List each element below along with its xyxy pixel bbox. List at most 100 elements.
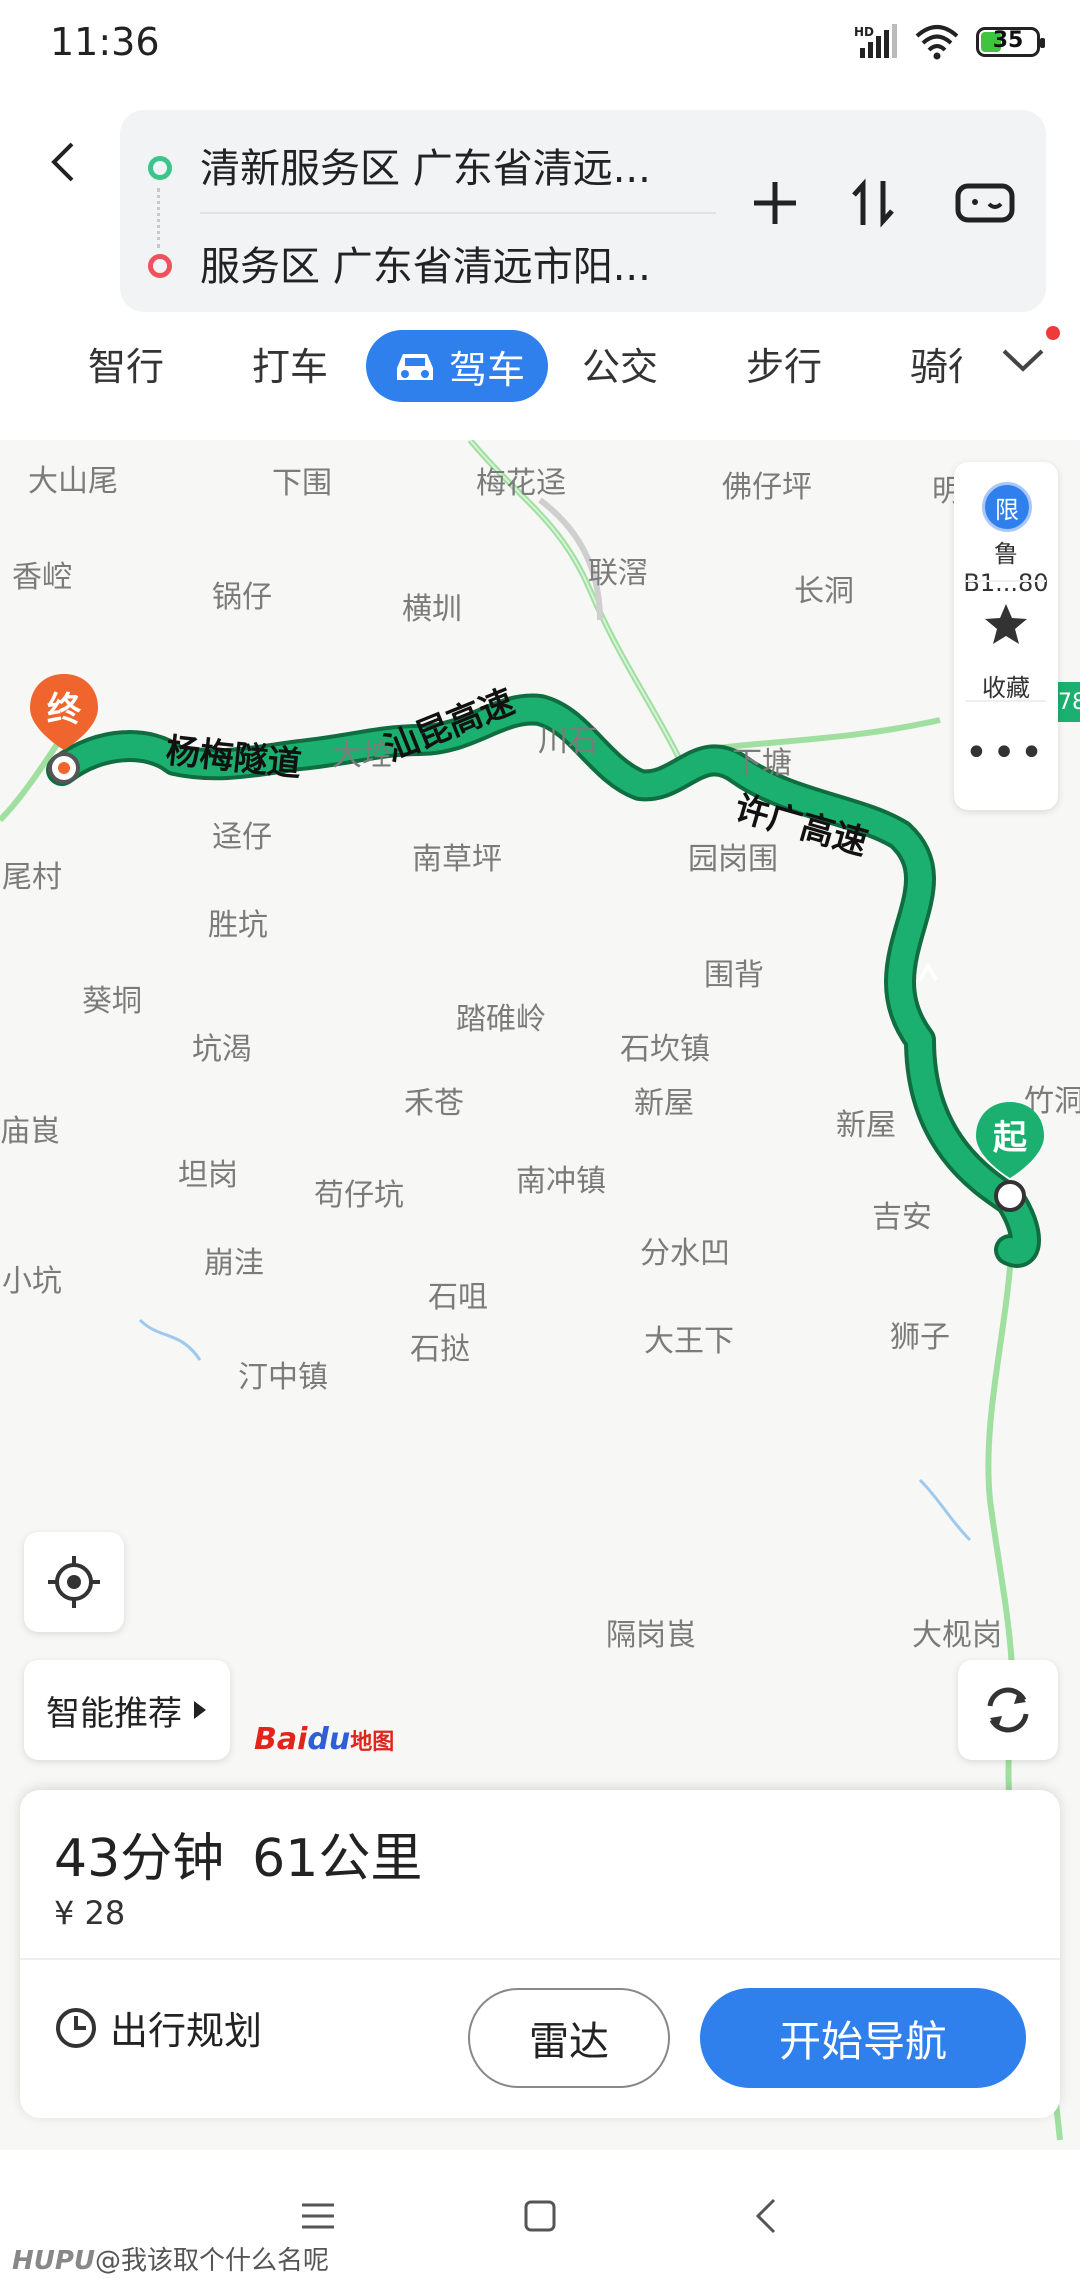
tab-walk[interactable]: 步行 <box>746 336 822 391</box>
battery-level: 35 <box>992 28 1024 53</box>
route-header: 清新服务区 广东省清远... 服务区 广东省清远市阳... 智行 打车 驾车 公… <box>0 92 1080 440</box>
refresh-route-button[interactable] <box>958 1660 1058 1760</box>
place-label: 石坎镇 <box>620 1032 710 1067</box>
tab-bus[interactable]: 公交 <box>582 336 658 391</box>
watermark: HUPU@我该取个什么名呢 <box>12 2240 329 2277</box>
home-button[interactable] <box>520 2196 560 2236</box>
clock-icon <box>56 2007 96 2048</box>
plus-icon <box>754 182 796 224</box>
place-label: 隔岗崀 <box>606 1618 696 1653</box>
place-label: 香崆 <box>12 560 72 595</box>
hd-label: HD <box>854 25 874 39</box>
place-label: 新屋 <box>634 1086 694 1121</box>
logo-du: du <box>307 1722 351 1757</box>
baidu-map-logo: Baidu地图 <box>254 1722 394 1757</box>
tab-taxi[interactable]: 打车 <box>252 336 328 391</box>
place-label: 尾村 <box>2 860 62 895</box>
route-duration: 43分钟 <box>54 1829 225 1889</box>
place-label: 大王下 <box>644 1324 734 1359</box>
destination-dot-icon <box>148 254 172 278</box>
route-connector <box>157 188 160 248</box>
origin-dot-icon <box>148 156 172 180</box>
plate-icon <box>955 183 1015 223</box>
place-label: 联滘 <box>588 556 648 591</box>
travel-mode-tabs: 智行 打车 驾车 公交 步行 骑行 <box>0 326 1080 408</box>
tab-bike[interactable]: 骑行 <box>910 336 962 391</box>
place-label: 大枧岗 <box>912 1618 1002 1653</box>
place-label: 大山尾 <box>28 464 118 499</box>
place-label: 南冲镇 <box>516 1164 606 1199</box>
place-label: 葵垌 <box>82 984 142 1019</box>
notification-dot <box>1046 326 1060 340</box>
plate-restriction-button[interactable]: 限 鲁B1...80 <box>954 462 1058 597</box>
place-label: 汀中镇 <box>238 1360 328 1395</box>
place-label: 下围 <box>272 466 332 501</box>
place-label: 迳仔 <box>212 820 272 855</box>
chevron-down-icon <box>1002 349 1044 372</box>
start-navigation-button[interactable]: 开始导航 <box>700 1988 1026 2088</box>
watermark-user: @我该取个什么名呢 <box>95 2246 330 2276</box>
recent-apps-button[interactable] <box>298 2196 338 2236</box>
tab-drive-label: 驾车 <box>448 347 525 392</box>
battery-icon: 35 <box>976 27 1045 57</box>
status-icons: HD 35 <box>854 24 1045 60</box>
end-marker[interactable]: 终 <box>26 672 102 790</box>
smart-recommend-button[interactable]: 智能推荐 <box>24 1660 230 1760</box>
place-label: 长洞 <box>794 574 854 609</box>
destination-field[interactable]: 服务区 广东省清远市阳... <box>200 234 651 292</box>
place-label: 胜坑 <box>208 908 268 943</box>
car-plate-button[interactable] <box>950 168 1020 238</box>
place-label: 小坑 <box>2 1264 62 1299</box>
system-back-button[interactable] <box>746 2196 786 2236</box>
more-options-icon[interactable]: ••• <box>954 730 1058 776</box>
swap-route-button[interactable] <box>838 168 908 238</box>
triangle-right-icon <box>194 1701 206 1719</box>
swap-icon <box>852 178 894 228</box>
more-tabs-button[interactable] <box>1000 340 1046 384</box>
start-marker[interactable]: 起 <box>972 1100 1048 1218</box>
start-label: 起 <box>993 1118 1027 1158</box>
place-label: 川石 <box>538 724 598 759</box>
tab-smart[interactable]: 智行 <box>88 336 164 391</box>
route-summary[interactable]: 43分钟 61公里 <box>54 1816 422 1891</box>
back-button[interactable] <box>48 134 78 197</box>
place-label: 横圳 <box>402 592 462 627</box>
place-label: 石挞 <box>410 1332 470 1367</box>
restriction-icon: 限 <box>982 482 1032 532</box>
car-icon <box>396 354 433 380</box>
end-label: 终 <box>47 690 81 730</box>
crosshair-icon <box>48 1556 100 1608</box>
refresh-icon <box>987 1687 1029 1733</box>
place-label: 下塘 <box>732 746 792 781</box>
add-waypoint-button[interactable] <box>740 168 810 238</box>
place-label: 踏碓岭 <box>456 1002 546 1037</box>
menu-icon <box>302 2203 334 2229</box>
back-arrow-icon <box>755 2198 776 2234</box>
star-icon <box>985 604 1027 644</box>
favorite-label: 收藏 <box>982 674 1030 702</box>
watermark-brand: HUPU <box>12 2246 96 2276</box>
route-distance: 61公里 <box>252 1829 423 1889</box>
place-label: 园岗围 <box>688 842 778 877</box>
locate-button[interactable] <box>24 1532 124 1632</box>
signal-icon: HD <box>854 24 897 58</box>
chevron-left-icon <box>51 142 74 182</box>
status-bar: 11:36 HD 35 <box>0 0 1080 92</box>
place-label: 佛仔坪 <box>722 470 812 505</box>
origin-field[interactable]: 清新服务区 广东省清远... <box>200 136 651 194</box>
trip-plan-button[interactable]: 出行规划 <box>54 2000 262 2055</box>
place-label: 崩洼 <box>204 1246 264 1281</box>
tab-drive[interactable]: 驾车 <box>366 330 548 402</box>
place-label: 庙崀 <box>0 1114 60 1149</box>
place-label: 南草坪 <box>412 842 502 877</box>
favorite-button[interactable]: 收藏 <box>954 582 1058 702</box>
map-side-panel: 限 鲁B1...80 收藏 ••• <box>954 462 1058 810</box>
place-label: 吉安 <box>872 1200 932 1235</box>
logo-bai: Bai <box>254 1722 308 1757</box>
place-label: 苟仔坑 <box>314 1178 404 1213</box>
home-square-icon <box>524 2200 556 2232</box>
place-label: 锅仔 <box>212 580 272 615</box>
field-divider <box>200 212 716 214</box>
place-label: 狮子 <box>890 1320 950 1355</box>
radar-button[interactable]: 雷达 <box>468 1988 670 2088</box>
